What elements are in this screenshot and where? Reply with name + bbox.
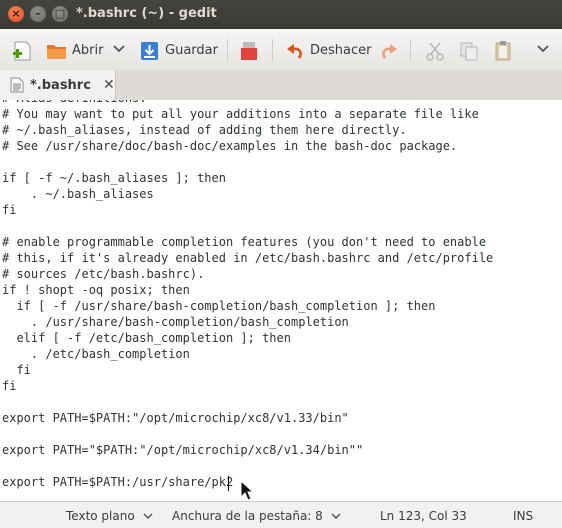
undo-arrow-icon	[284, 40, 304, 60]
editor-line[interactable]: . /etc/bash_completion	[2, 346, 493, 362]
copy-button[interactable]	[458, 37, 478, 63]
new-document-icon	[12, 40, 32, 61]
close-tab-icon[interactable]: ✕	[103, 77, 115, 93]
open-button[interactable]: Abrir	[46, 37, 103, 63]
editor-line[interactable]: fi	[2, 202, 493, 218]
printer-icon	[238, 40, 258, 60]
text-document-icon	[10, 77, 24, 93]
editor-line[interactable]: if [ -f ~/.bash_aliases ]; then	[2, 170, 493, 186]
editor-line[interactable]	[2, 458, 493, 474]
undo-button[interactable]: Deshacer	[284, 37, 371, 63]
editor-line[interactable]: if [ -f /usr/share/bash-completion/bash_…	[2, 298, 493, 314]
editor-line[interactable]	[2, 394, 493, 410]
chevron-down-icon	[112, 41, 126, 59]
editor-line[interactable]: # See /usr/share/doc/bash-doc/examples i…	[2, 138, 493, 154]
editor-line[interactable]: # enable programmable completion feature…	[2, 234, 493, 250]
new-document-button[interactable]	[12, 37, 32, 63]
save-icon	[139, 40, 159, 60]
document-tabs: *.bashrc ✕	[0, 70, 562, 101]
folder-icon	[46, 40, 66, 60]
editor-line[interactable]: export PATH="$PATH:"/opt/microchip/xc8/v…	[2, 442, 493, 458]
save-button[interactable]: Guardar	[139, 37, 218, 63]
text-editor[interactable]: # Alias definitions.# You may want to pu…	[0, 100, 562, 501]
editor-line[interactable]	[2, 154, 493, 170]
gedit-window: × – □ *.bashrc (~) - gedit Abrir Guardar…	[0, 0, 562, 528]
open-label: Abrir	[72, 42, 104, 58]
scissors-icon	[424, 40, 444, 61]
window-title: *.bashrc (~) - gedit	[76, 6, 217, 21]
editor-line[interactable]: if ! shopt -oq posix; then	[2, 282, 493, 298]
print-button[interactable]	[238, 37, 258, 63]
editor-line[interactable]: fi	[2, 378, 493, 394]
cursor-position: Ln 123, Col 33	[380, 509, 467, 523]
tab-label: *.bashrc	[30, 77, 91, 93]
title-bar: × – □ *.bashrc (~) - gedit	[0, 0, 562, 29]
tab-width-label: Anchura de la pestaña: 8	[172, 509, 323, 523]
tab-bashrc[interactable]: *.bashrc ✕	[0, 70, 116, 100]
editor-line[interactable]	[2, 426, 493, 442]
editor-line[interactable]: # You may want to put all your additions…	[2, 106, 493, 122]
editor-line[interactable]: fi	[2, 362, 493, 378]
editor-content[interactable]: # Alias definitions.# You may want to pu…	[2, 100, 493, 490]
text-cursor	[228, 476, 229, 491]
chevron-down-icon	[142, 509, 153, 523]
paste-button[interactable]	[492, 37, 512, 63]
redo-button[interactable]	[378, 37, 398, 63]
editor-line[interactable]: # ~/.bash_aliases, instead of adding the…	[2, 122, 493, 138]
close-window-button[interactable]: ×	[8, 6, 24, 22]
recent-files-dropdown[interactable]	[112, 37, 126, 63]
chevron-down-icon	[535, 40, 551, 60]
toolbar: Abrir Guardar Deshacer	[0, 29, 562, 71]
cut-button[interactable]	[424, 37, 444, 63]
overflow-menu-button[interactable]	[535, 37, 551, 63]
maximize-window-button[interactable]: □	[52, 6, 68, 22]
redo-arrow-icon	[378, 40, 398, 60]
editor-line[interactable]: export PATH=$PATH:"/opt/microchip/xc8/v1…	[2, 410, 493, 426]
editor-line[interactable]: # sources /etc/bash.bashrc).	[2, 266, 493, 282]
minimize-window-button[interactable]: –	[30, 6, 46, 22]
editor-line[interactable]: # this, if it's already enabled in /etc/…	[2, 250, 493, 266]
undo-label: Deshacer	[310, 42, 372, 58]
language-selector[interactable]: Texto plano	[66, 509, 153, 523]
editor-line[interactable]: . ~/.bash_aliases	[2, 186, 493, 202]
editor-line[interactable]	[2, 218, 493, 234]
copy-icon	[458, 40, 478, 61]
toolbar-separator	[227, 39, 228, 61]
save-label: Guardar	[165, 42, 218, 58]
paste-clipboard-icon	[492, 40, 512, 61]
status-bar: Texto plano Anchura de la pestaña: 8 Ln …	[0, 501, 562, 528]
insert-mode-indicator: INS	[513, 509, 534, 523]
editor-line[interactable]: elif [ -f /etc/bash_completion ]; then	[2, 330, 493, 346]
toolbar-separator	[410, 39, 411, 61]
language-label: Texto plano	[66, 509, 135, 523]
editor-line[interactable]: . /usr/share/bash-completion/bash_comple…	[2, 314, 493, 330]
toolbar-separator	[272, 39, 273, 61]
chevron-down-icon	[331, 509, 341, 523]
tab-width-selector[interactable]: Anchura de la pestaña: 8	[172, 509, 341, 523]
